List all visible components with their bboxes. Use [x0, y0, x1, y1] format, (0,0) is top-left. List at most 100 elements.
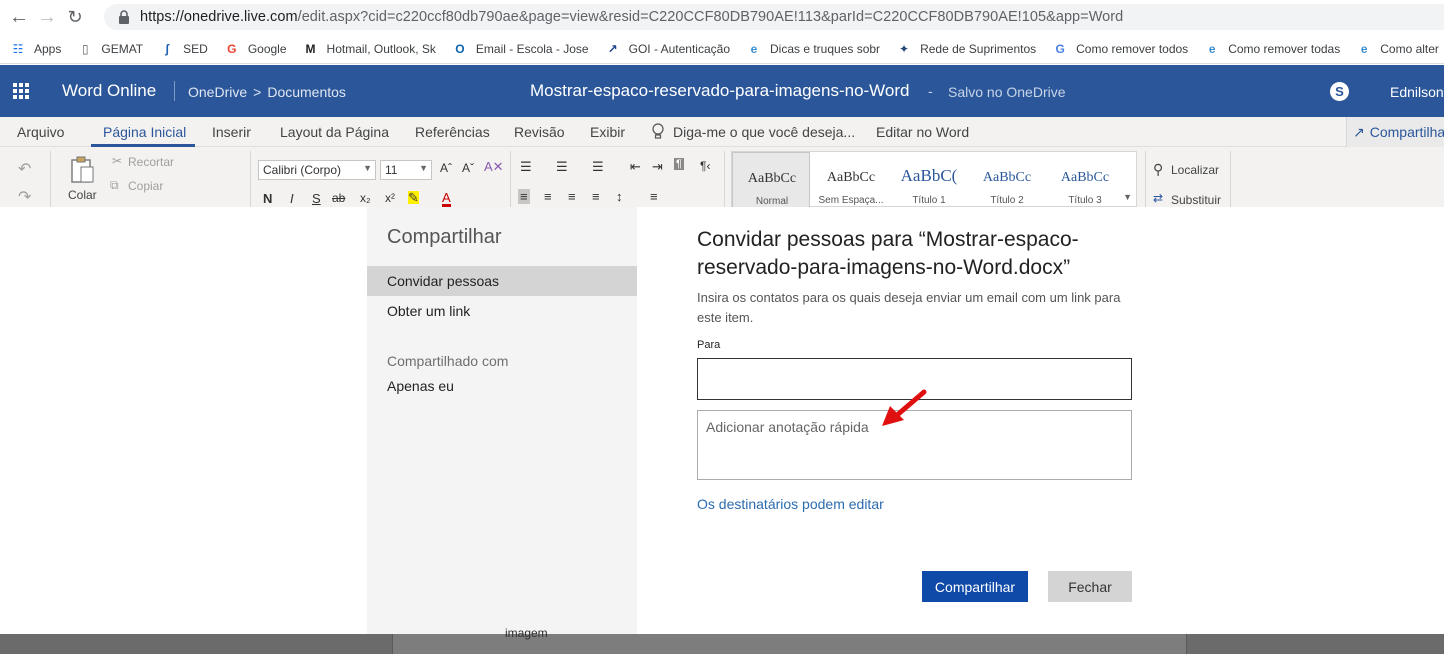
- style-name: Título 2: [990, 195, 1024, 206]
- increase-indent-icon[interactable]: ⇥: [652, 159, 663, 175]
- bookmark-item[interactable]: e Como remover todas: [1204, 41, 1340, 57]
- tab-layout[interactable]: Layout da Página: [280, 124, 389, 140]
- superscript-icon[interactable]: x²: [385, 191, 395, 205]
- share-ribbon-button[interactable]: ↗ Compartilhar: [1346, 117, 1444, 147]
- styles-more-icon[interactable]: ▼: [1123, 192, 1132, 202]
- bookmark-item[interactable]: ↗ GOI - Autenticação: [605, 41, 730, 57]
- style-normal[interactable]: AaBbCc Normal: [732, 152, 810, 207]
- bookmark-label: Email - Escola - Jose: [475, 41, 589, 56]
- line-spacing-icon[interactable]: ↕: [616, 189, 623, 204]
- translate-icon: G: [1055, 41, 1065, 56]
- bookmark-item[interactable]: ✦ Rede de Suprimentos: [896, 41, 1036, 57]
- undo-icon[interactable]: ↶: [18, 159, 31, 179]
- share-button[interactable]: Compartilhar: [922, 571, 1028, 602]
- bookmark-item[interactable]: G Como remover todos: [1052, 41, 1188, 57]
- shared-with-value: Apenas eu: [387, 378, 454, 394]
- tab-exibir[interactable]: Exibir: [590, 124, 625, 140]
- style-sample: AaBbCc: [826, 170, 876, 185]
- tab-editar-no-word[interactable]: Editar no Word: [876, 124, 969, 140]
- bookmark-item[interactable]: ☷ Apps: [10, 41, 62, 57]
- clear-format-icon[interactable]: A✕: [484, 159, 504, 175]
- tab-revisao[interactable]: Revisão: [514, 124, 565, 140]
- app-launcher-icon[interactable]: [13, 83, 29, 99]
- subscript-icon[interactable]: x₂: [360, 191, 371, 205]
- bookmark-item[interactable]: M Hotmail, Outlook, Sk: [303, 41, 436, 57]
- bookmark-item[interactable]: e Como alter: [1356, 41, 1439, 57]
- align-right-icon[interactable]: ≡: [568, 189, 576, 204]
- style-name: Normal: [755, 196, 789, 207]
- style-name: Título 1: [912, 195, 946, 206]
- tab-arquivo[interactable]: Arquivo: [17, 124, 64, 140]
- breadcrumb-onedrive[interactable]: OneDrive: [188, 84, 247, 100]
- bookmark-label: SED: [183, 41, 208, 56]
- edge-icon: e: [1208, 41, 1216, 56]
- style-heading-1[interactable]: AaBbC( Título 1: [890, 152, 968, 207]
- cut-label[interactable]: Recortar: [128, 155, 174, 169]
- grow-font-icon[interactable]: Aˆ: [440, 161, 452, 175]
- tab-referencias[interactable]: Referências: [415, 124, 490, 140]
- style-sample: AaBbC(: [900, 166, 958, 185]
- user-name[interactable]: Ednilson: [1390, 84, 1444, 100]
- find-label[interactable]: Localizar: [1171, 163, 1219, 177]
- tell-me-search[interactable]: Diga-me o que você deseja...: [673, 124, 855, 140]
- paragraph-spacing-icon[interactable]: ≡: [650, 189, 658, 204]
- close-button[interactable]: Fechar: [1048, 571, 1132, 602]
- font-size-select[interactable]: 11 ▼: [380, 160, 432, 180]
- tab-inserir[interactable]: Inserir: [212, 124, 251, 140]
- bookmark-item[interactable]: ▯ GEMAT: [77, 41, 143, 57]
- justify-icon[interactable]: ≡: [592, 189, 600, 204]
- recipients-can-edit-link[interactable]: Os destinatários podem editar: [697, 496, 884, 512]
- style-sample: AaBbCc: [747, 171, 797, 186]
- style-no-spacing[interactable]: AaBbCc Sem Espaça...: [812, 152, 890, 207]
- ltr-icon[interactable]: ¶: [674, 158, 684, 170]
- decrease-indent-icon[interactable]: ⇤: [630, 159, 641, 175]
- style-name: Título 3: [1068, 195, 1102, 206]
- tab-pagina-inicial[interactable]: Página Inicial: [103, 124, 186, 140]
- font-color-icon[interactable]: A: [442, 191, 451, 207]
- bookmark-item[interactable]: G Google: [224, 41, 286, 57]
- bookmark-item[interactable]: e Dicas e truques sobr: [746, 41, 880, 57]
- breadcrumb-documentos[interactable]: Documentos: [267, 84, 346, 100]
- replace-label[interactable]: Substituir: [1171, 193, 1221, 207]
- highlight-icon[interactable]: ✎: [408, 191, 419, 204]
- italic-icon[interactable]: I: [290, 191, 294, 206]
- msn-icon: M: [305, 41, 316, 56]
- align-center-icon[interactable]: ≡: [544, 189, 552, 204]
- clipboard-icon[interactable]: [68, 155, 98, 185]
- nav-get-link[interactable]: Obter um link: [387, 303, 470, 319]
- shrink-font-icon[interactable]: Aˇ: [462, 161, 474, 175]
- bookmark-item[interactable]: ʃ SED: [159, 41, 208, 57]
- reload-icon[interactable]: ↻: [61, 3, 89, 31]
- bookmark-label: Dicas e truques sobr: [770, 41, 881, 56]
- multilevel-icon[interactable]: ☰: [592, 159, 604, 175]
- font-name-select[interactable]: Calibri (Corpo) ▼: [258, 160, 376, 180]
- red-arrow-icon: [882, 389, 927, 426]
- document-title[interactable]: Mostrar-espaco-reservado-para-imagens-no…: [530, 81, 910, 101]
- chevron-down-icon: ▼: [419, 163, 428, 173]
- app-name[interactable]: Word Online: [62, 81, 156, 101]
- underline-icon[interactable]: S: [312, 191, 321, 206]
- style-heading-3[interactable]: AaBbCc Título 3: [1046, 152, 1124, 207]
- address-bar[interactable]: https://onedrive.live.com/edit.aspx?cid=…: [104, 4, 1444, 30]
- forward-arrow-icon[interactable]: →: [33, 3, 61, 31]
- numbering-icon[interactable]: ☰: [556, 159, 568, 175]
- copy-label[interactable]: Copiar: [128, 179, 163, 193]
- style-heading-2[interactable]: AaBbCc Título 2: [968, 152, 1046, 207]
- nav-invite-people[interactable]: Convidar pessoas: [387, 273, 499, 289]
- bold-icon[interactable]: N: [263, 191, 272, 206]
- rtl-icon[interactable]: ¶‹: [700, 159, 710, 173]
- bullets-icon[interactable]: ☰: [520, 159, 532, 175]
- lock-icon: [119, 10, 129, 24]
- skype-icon[interactable]: S: [1330, 82, 1349, 101]
- header-divider: [174, 81, 175, 101]
- strikethrough-icon[interactable]: ab: [332, 191, 345, 205]
- style-sample: AaBbCc: [1060, 170, 1110, 185]
- bookmark-item[interactable]: O Email - Escola - Jose: [452, 41, 589, 57]
- back-arrow-icon[interactable]: ←: [5, 3, 33, 31]
- paste-label[interactable]: Colar: [68, 188, 97, 202]
- redo-icon[interactable]: ↷: [18, 187, 31, 207]
- style-sample: AaBbCc: [982, 170, 1032, 185]
- ribbon-divider: [50, 151, 51, 207]
- align-left-icon[interactable]: ≡: [518, 189, 530, 204]
- font-name-value: Calibri (Corpo): [263, 163, 342, 177]
